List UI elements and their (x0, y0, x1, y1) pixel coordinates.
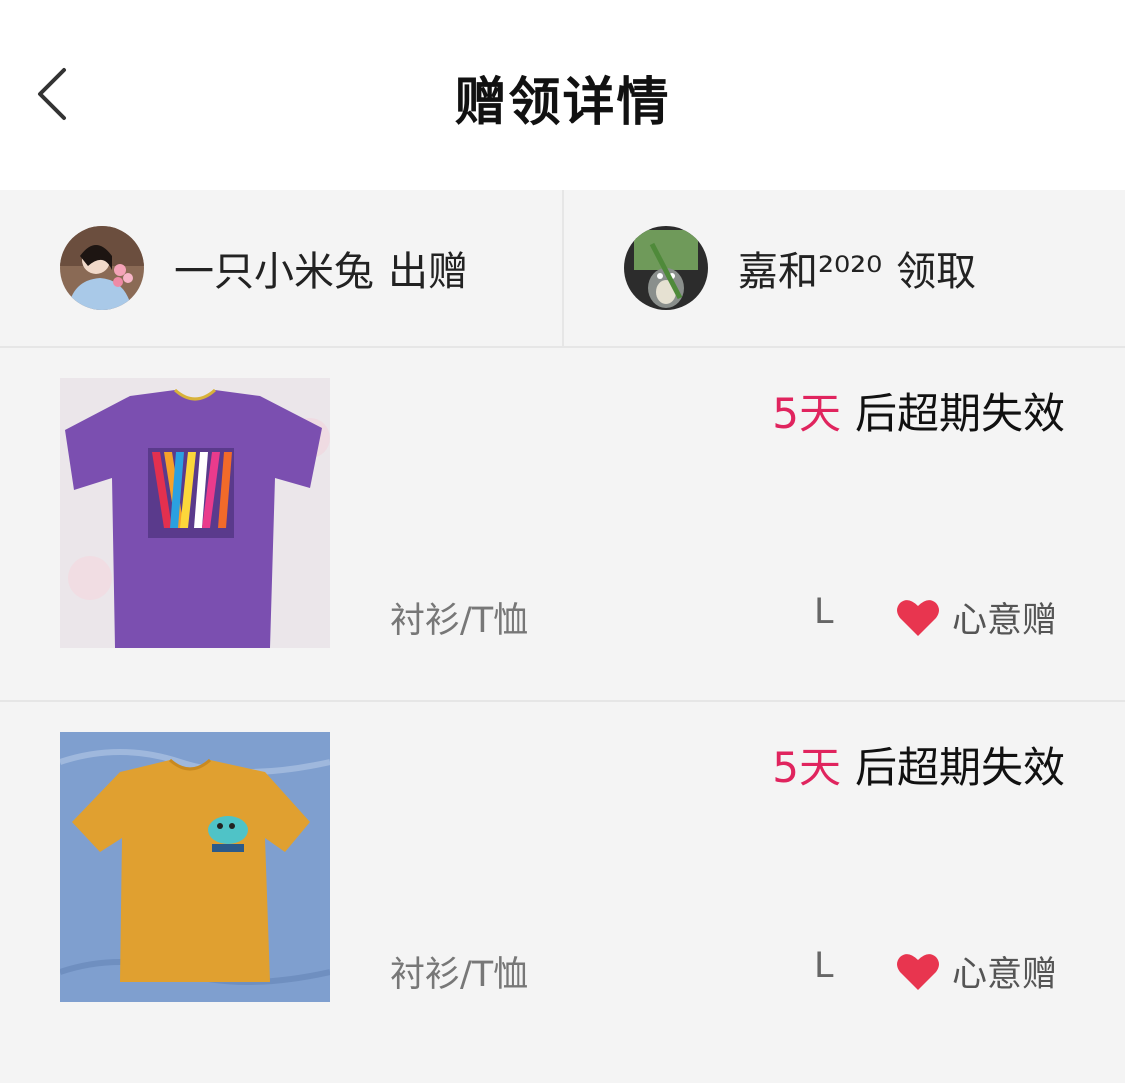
giver-label: 一只小米兔 出赠 (174, 239, 468, 297)
receiver-name[interactable]: 嘉和²⁰²⁰ (738, 249, 882, 295)
item-size: L (814, 946, 834, 986)
gift-type-tag: 心意赠 (896, 592, 1057, 643)
item-size: L (814, 592, 834, 632)
receiver-avatar[interactable] (624, 226, 708, 310)
receiver-label: 嘉和²⁰²⁰ 领取 (738, 239, 976, 297)
giver-avatar[interactable] (60, 226, 144, 310)
gift-item[interactable]: 5天 后超期失效 衬衫/T恤 L 心意赠 (0, 702, 1125, 1054)
item-photo[interactable] (60, 378, 330, 648)
giver-info[interactable]: 一只小米兔 出赠 (60, 190, 560, 346)
heart-icon (897, 953, 939, 990)
gift-type-label: 心意赠 (952, 955, 1058, 995)
item-category: 衬衫/T恤 (390, 601, 529, 641)
item-photo[interactable] (60, 732, 330, 1002)
receiver-info[interactable]: 嘉和²⁰²⁰ 领取 (624, 190, 1104, 346)
heart-icon (897, 599, 939, 636)
item-category: 衬衫/T恤 (390, 955, 529, 995)
expire-days: 5天 (772, 389, 841, 438)
expire-notice: 5天 后超期失效 (772, 734, 1065, 795)
gift-type-label: 心意赠 (952, 601, 1058, 641)
expire-days: 5天 (772, 743, 841, 792)
expire-text: 后超期失效 (854, 743, 1065, 792)
gift-item[interactable]: 5天 后超期失效 衬衫/T恤 L 心意赠 (0, 348, 1125, 702)
gift-type-tag: 心意赠 (896, 946, 1057, 997)
party-bar: 一只小米兔 出赠 嘉和²⁰²⁰ 领取 (0, 190, 1125, 348)
receiver-action: 领取 (896, 249, 977, 295)
expire-notice: 5天 后超期失效 (772, 380, 1065, 441)
top-bar: 赠领详情 (0, 0, 1125, 190)
giver-action: 出赠 (388, 249, 468, 295)
party-divider (562, 190, 564, 346)
giver-name[interactable]: 一只小米兔 (174, 249, 374, 295)
page-title: 赠领详情 (454, 73, 671, 133)
expire-text: 后超期失效 (854, 389, 1065, 438)
